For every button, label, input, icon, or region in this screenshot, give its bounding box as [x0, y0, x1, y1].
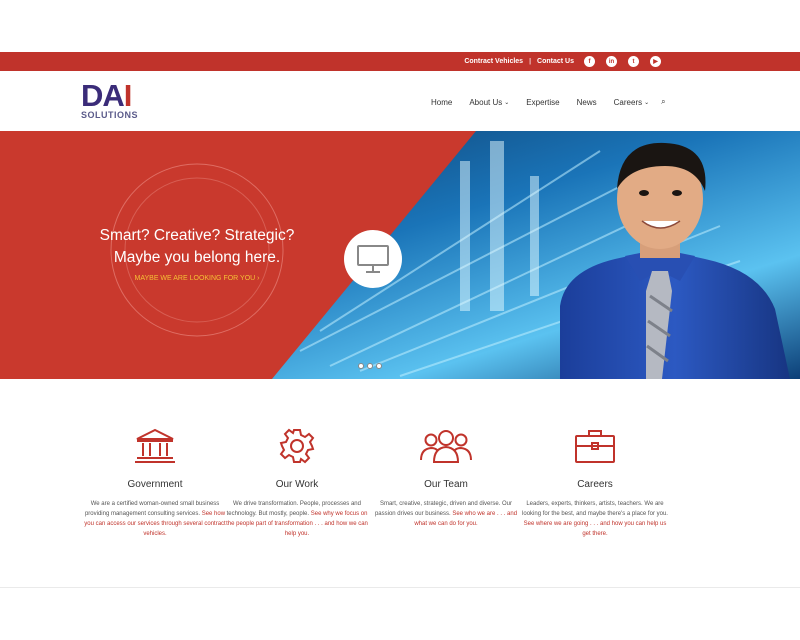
slider-dot[interactable]: [376, 363, 382, 369]
nav-news[interactable]: News: [577, 97, 597, 107]
feature-title: Government: [127, 479, 183, 490]
feature-title: Our Work: [275, 479, 319, 490]
feature-text: We are a certified woman-owned small bus…: [84, 501, 226, 537]
twitter-icon[interactable]: t: [628, 56, 639, 67]
youtube-icon[interactable]: ▶: [650, 56, 661, 67]
linkedin-icon[interactable]: in: [606, 56, 617, 67]
feature-link[interactable]: See where we are going . . . and how you…: [524, 521, 667, 537]
logo-mark: DAI: [81, 78, 132, 113]
slider-dot[interactable]: [367, 363, 373, 369]
link-separator: |: [529, 58, 532, 65]
section-divider: [0, 587, 800, 588]
hero-cta-link[interactable]: MAYBE WE ARE LOOKING FOR YOU ›: [92, 275, 302, 282]
facebook-icon[interactable]: f: [584, 56, 595, 67]
nav-home[interactable]: Home: [431, 97, 452, 107]
nav-expertise[interactable]: Expertise: [526, 97, 559, 107]
feature-our-work: Our Work We drive transformation. People…: [222, 428, 372, 539]
feature-text: Smart, creative, strategic, driven and d…: [374, 501, 518, 527]
briefcase-icon: [575, 430, 615, 463]
feature-our-team: Our Team Smart, creative, strategic, dri…: [371, 428, 521, 529]
monitor-icon: [344, 230, 402, 288]
hero-headline-1: Smart? Creative? Strategic?: [99, 227, 295, 244]
hero-headline-2: Maybe you belong here.: [113, 249, 281, 266]
feature-text: Leaders, experts, thinkers, artists, tea…: [522, 501, 668, 537]
slider-dot[interactable]: [358, 363, 364, 369]
search-icon[interactable]: ⌕: [661, 97, 665, 107]
gear-icon: [279, 428, 315, 464]
feature-text: We drive transformation. People, process…: [226, 501, 368, 537]
team-people-icon: [420, 430, 472, 463]
feature-careers: Careers Leaders, experts, thinkers, arti…: [520, 428, 670, 539]
main-nav: Home About Us ⌄ Expertise News Careers ⌄ ⌕: [431, 97, 683, 107]
slider-dots: [358, 363, 382, 369]
nav-about-us[interactable]: About Us ⌄: [469, 97, 509, 107]
logo-subtitle: SOLUTIONS: [81, 110, 139, 120]
contact-us-link[interactable]: Contact Us: [537, 58, 574, 65]
feature-government: Government We are a certified woman-owne…: [80, 428, 230, 539]
social-links: f in t ▶: [584, 56, 661, 67]
nav-careers[interactable]: Careers ⌄: [614, 97, 649, 107]
contract-vehicles-link[interactable]: Contract Vehicles: [464, 58, 523, 65]
chevron-down-icon: ⌄: [644, 99, 650, 106]
hero-text: Smart? Creative? Strategic? Maybe you be…: [92, 225, 302, 282]
site-header: DAI SOLUTIONS Home About Us ⌄ Expertise N…: [0, 71, 800, 131]
government-building-icon: [135, 428, 175, 463]
features-section: Government We are a certified woman-owne…: [80, 428, 670, 548]
feature-title: Our Team: [424, 479, 468, 490]
top-utility-bar: Contract Vehicles | Contact Us f in t ▶: [0, 52, 800, 71]
chevron-down-icon: ⌄: [504, 99, 510, 106]
topbar-links: Contract Vehicles | Contact Us: [464, 52, 574, 71]
dai-logo[interactable]: DAI SOLUTIONS: [81, 78, 146, 121]
feature-title: Careers: [577, 479, 613, 490]
hero-banner: Smart? Creative? Strategic? Maybe you be…: [0, 131, 800, 379]
